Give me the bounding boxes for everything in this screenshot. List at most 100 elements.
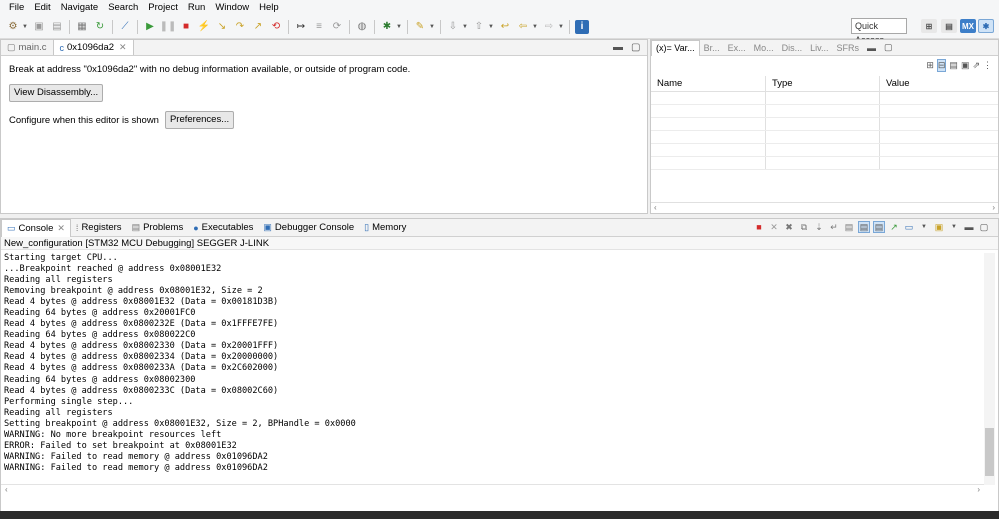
view-menu-icon[interactable]: ⋮ bbox=[983, 60, 992, 71]
horizontal-scrollbar[interactable]: ‹ › bbox=[1, 484, 984, 496]
column-header-name[interactable]: Name bbox=[651, 76, 766, 91]
tab-debugger-console[interactable]: ▣ Debugger Console bbox=[258, 219, 359, 237]
menu-project[interactable]: Project bbox=[143, 0, 183, 15]
console-output[interactable]: Starting target CPU... ...Breakpoint reac… bbox=[4, 253, 982, 474]
suspend-icon[interactable]: ❚❚ bbox=[160, 20, 177, 34]
remove-all-icon[interactable]: ✖ bbox=[783, 221, 795, 233]
show-type-names-icon[interactable]: ⊞ bbox=[926, 60, 934, 71]
new-window-icon[interactable]: ▣ bbox=[961, 60, 970, 71]
open-console-icon[interactable]: ▭ bbox=[903, 221, 915, 233]
chevron-left-icon[interactable]: ‹ bbox=[654, 203, 657, 212]
menu-window[interactable]: Window bbox=[210, 0, 254, 15]
preferences-button[interactable]: Preferences... bbox=[164, 111, 235, 129]
quick-access-input[interactable]: Quick Access bbox=[851, 18, 907, 45]
chevron-down-icon[interactable]: ▼ bbox=[462, 24, 468, 30]
tab-variables[interactable]: (x)= Var... bbox=[651, 39, 700, 56]
scroll-lock-icon[interactable]: ⇣ bbox=[813, 221, 825, 233]
close-icon[interactable]: ✕ bbox=[57, 223, 65, 234]
restart-icon[interactable]: ⟳ bbox=[330, 20, 344, 34]
build-icon[interactable]: ▦ bbox=[75, 20, 89, 34]
maximize-icon[interactable]: ▢ bbox=[978, 221, 990, 233]
build-target-icon[interactable]: ◍ bbox=[355, 20, 369, 34]
menu-search[interactable]: Search bbox=[103, 0, 143, 15]
tab-console[interactable]: ▭ Console ✕ bbox=[1, 218, 71, 237]
minimize-icon[interactable]: ▬ bbox=[613, 42, 623, 53]
reset-icon[interactable]: ⟲ bbox=[269, 20, 283, 34]
remove-launch-icon[interactable]: ✕ bbox=[768, 221, 780, 233]
debug-perspective-icon[interactable]: ✱ bbox=[978, 19, 994, 33]
disconnect-icon[interactable]: ⚡ bbox=[197, 20, 211, 34]
resume-icon[interactable]: ▶ bbox=[143, 20, 157, 34]
show-on-output-icon[interactable]: ▤ bbox=[843, 221, 855, 233]
chevron-down-icon[interactable]: ▼ bbox=[918, 221, 930, 233]
chevron-down-icon[interactable]: ▼ bbox=[396, 24, 402, 30]
tab-problems[interactable]: ▤ Problems bbox=[127, 219, 189, 237]
skip-breakpoints-icon[interactable]: ⟋ bbox=[118, 20, 132, 34]
cpp-perspective-icon[interactable]: ▤ bbox=[941, 19, 957, 33]
last-edit-icon[interactable]: ↩ bbox=[498, 20, 512, 34]
maximize-icon[interactable]: ▢ bbox=[880, 42, 897, 53]
tab-executables[interactable]: ● Executables bbox=[188, 219, 258, 237]
vertical-scrollbar[interactable] bbox=[984, 253, 995, 485]
chevron-right-icon[interactable]: › bbox=[977, 485, 980, 494]
minimize-icon[interactable]: ▬ bbox=[863, 43, 880, 53]
tab-modules[interactable]: Mo... bbox=[750, 43, 778, 53]
menu-help[interactable]: Help bbox=[254, 0, 284, 15]
forward-icon[interactable]: ⇨ bbox=[542, 20, 556, 34]
tab-main-c[interactable]: ▢ main.c bbox=[1, 39, 53, 55]
tab-sfrs[interactable]: SFRs bbox=[833, 43, 864, 53]
tab-breakpoints[interactable]: Br... bbox=[700, 43, 724, 53]
export-icon[interactable]: ⇗ bbox=[972, 60, 980, 71]
info-icon[interactable]: i bbox=[575, 19, 589, 34]
debug-icon[interactable]: ✱ bbox=[380, 20, 394, 34]
menu-edit[interactable]: Edit bbox=[29, 0, 55, 15]
refresh-icon[interactable]: ↻ bbox=[93, 20, 107, 34]
tab-registers[interactable]: ⁞ Registers bbox=[71, 219, 127, 237]
save-all-icon[interactable]: ▤ bbox=[50, 20, 64, 34]
column-header-type[interactable]: Type bbox=[766, 76, 880, 91]
open-perspective-icon[interactable]: ⊞ bbox=[921, 19, 937, 33]
step-into-icon[interactable]: ↘ bbox=[215, 20, 229, 34]
menu-file[interactable]: File bbox=[4, 0, 29, 15]
prev-annotation-icon[interactable]: ⇧ bbox=[472, 20, 486, 34]
column-header-value[interactable]: Value bbox=[880, 76, 998, 91]
chevron-down-icon[interactable]: ▼ bbox=[948, 221, 960, 233]
view-disassembly-button[interactable]: View Disassembly... bbox=[9, 84, 104, 102]
chevron-down-icon[interactable]: ▼ bbox=[429, 24, 435, 30]
chevron-down-icon[interactable]: ▼ bbox=[488, 24, 494, 30]
tab-expressions[interactable]: Ex... bbox=[724, 43, 750, 53]
chevron-right-icon[interactable]: › bbox=[992, 203, 995, 212]
next-annotation-icon[interactable]: ⇩ bbox=[446, 20, 460, 34]
minimize-icon[interactable]: ▬ bbox=[963, 221, 975, 233]
chevron-down-icon[interactable]: ▼ bbox=[532, 24, 538, 30]
tab-disassembly[interactable]: Dis... bbox=[778, 43, 807, 53]
close-icon[interactable]: ✕ bbox=[119, 42, 127, 53]
word-wrap-icon[interactable]: ↵ bbox=[828, 221, 840, 233]
step-over-icon[interactable]: ↷ bbox=[233, 20, 247, 34]
collapse-all-icon[interactable]: ⊟ bbox=[936, 58, 947, 72]
mx-perspective-icon[interactable]: MX bbox=[960, 19, 976, 33]
run-tool-icon[interactable]: ✎ bbox=[413, 20, 427, 34]
menu-run[interactable]: Run bbox=[183, 0, 210, 15]
chevron-down-icon[interactable]: ▼ bbox=[558, 24, 564, 30]
pin-console-icon[interactable]: ▤ bbox=[873, 221, 885, 233]
maximize-icon[interactable]: ▢ bbox=[631, 42, 640, 53]
debug-config-icon[interactable]: ⚙ bbox=[6, 20, 20, 34]
instruction-stepping-icon[interactable]: ↦ bbox=[294, 20, 308, 34]
use-step-filters-icon[interactable]: ≡ bbox=[312, 20, 326, 34]
back-icon[interactable]: ⇦ bbox=[516, 20, 530, 34]
chevron-left-icon[interactable]: ‹ bbox=[5, 485, 8, 494]
layout-icon[interactable]: ▤ bbox=[949, 60, 958, 71]
tab-live-expressions[interactable]: Liv... bbox=[806, 43, 832, 53]
show-on-error-icon[interactable]: ▤ bbox=[858, 221, 870, 233]
tab-0x1096da2[interactable]: c 0x1096da2 ✕ bbox=[52, 39, 134, 55]
scrollbar-thumb[interactable] bbox=[985, 428, 994, 476]
save-icon[interactable]: ▣ bbox=[32, 20, 46, 34]
horizontal-scrollbar[interactable]: ‹ › bbox=[651, 202, 998, 213]
step-return-icon[interactable]: ↗ bbox=[251, 20, 265, 34]
terminate-icon[interactable]: ■ bbox=[179, 20, 193, 34]
display-console-icon[interactable]: ↗ bbox=[888, 221, 900, 233]
menu-navigate[interactable]: Navigate bbox=[56, 0, 104, 15]
tab-memory[interactable]: ▯ Memory bbox=[359, 219, 411, 237]
chevron-down-icon[interactable]: ▼ bbox=[22, 24, 28, 30]
